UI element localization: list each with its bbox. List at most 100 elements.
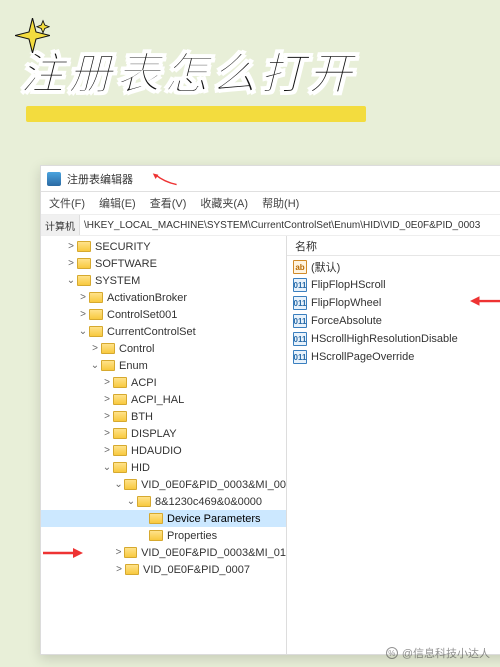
tree-item-label: ActivationBroker [107, 292, 187, 304]
chevron-down-icon[interactable]: ⌄ [77, 326, 89, 337]
folder-icon [89, 309, 103, 320]
tree-item[interactable]: > BTH [41, 408, 286, 425]
binary-value-icon: 011 [293, 278, 307, 292]
tree-item[interactable]: ⌄ VID_0E0F&PID_0003&MI_00 [41, 476, 286, 493]
folder-icon [101, 360, 115, 371]
tree-item-label: DISPLAY [131, 428, 177, 440]
tree-item[interactable]: >Control [41, 340, 286, 357]
chevron-right-icon[interactable]: > [101, 411, 113, 422]
folder-icon [113, 445, 127, 456]
tree-item-label: VID_0E0F&PID_0007 [143, 564, 250, 576]
tree-item[interactable]: >SOFTWARE [41, 255, 286, 272]
chevron-right-icon[interactable]: > [101, 377, 113, 388]
tree-item[interactable]: > VID_0E0F&PID_0007 [41, 561, 286, 578]
tree-item-label: SECURITY [95, 241, 151, 253]
menu-help[interactable]: 帮助(H) [262, 195, 299, 211]
annotation-arrow-icon [470, 295, 500, 307]
tree-item[interactable]: ⌄SYSTEM [41, 272, 286, 289]
folder-icon [137, 496, 151, 507]
tree-item[interactable]: >HDAUDIO [41, 442, 286, 459]
values-pane: 名称 ab (默认) 011 FlipFlopHScroll 011FlipFlopWh… [287, 236, 500, 654]
chevron-right-icon[interactable]: > [77, 292, 89, 303]
overlay-underline [26, 106, 366, 122]
menu-favorites[interactable]: 收藏夹(A) [200, 195, 248, 211]
value-row[interactable]: 011FlipFlopWheel [287, 294, 500, 312]
value-name: FlipFlopHScroll [311, 279, 386, 291]
tree-item-label: VID_0E0F&PID_0003&MI_00 [141, 479, 286, 491]
folder-icon [113, 377, 127, 388]
watermark-icon: % [386, 647, 398, 659]
tree-item[interactable]: Properties [41, 527, 286, 544]
tree-item[interactable]: > ControlSet001 [41, 306, 286, 323]
value-row[interactable]: 011 FlipFlopHScroll [287, 276, 500, 294]
address-path[interactable]: \HKEY_LOCAL_MACHINE\SYSTEM\CurrentContro… [80, 220, 500, 231]
binary-value-icon: 011 [293, 314, 307, 328]
chevron-right-icon[interactable]: > [77, 309, 89, 320]
tree-item[interactable]: > ActivationBroker [41, 289, 286, 306]
tree-item-label: Properties [167, 530, 217, 542]
string-value-icon: ab [293, 260, 307, 274]
chevron-right-icon[interactable]: > [113, 547, 124, 558]
value-name: (默认) [311, 259, 340, 275]
tree-item-label: ControlSet001 [107, 309, 177, 321]
tree-item-label: CurrentControlSet [107, 326, 196, 338]
regedit-icon [47, 172, 61, 186]
menu-edit[interactable]: 编辑(E) [99, 195, 136, 211]
folder-icon [149, 513, 163, 524]
chevron-right-icon[interactable]: > [113, 564, 125, 575]
tree-item[interactable]: ⌄ Enum [41, 357, 286, 374]
menu-file[interactable]: 文件(F) [49, 195, 85, 211]
tree-item-label: ACPI_HAL [131, 394, 184, 406]
value-row[interactable]: 011HScrollPageOverride [287, 348, 500, 366]
chevron-down-icon[interactable]: ⌄ [89, 360, 101, 371]
chevron-down-icon[interactable]: ⌄ [113, 479, 124, 490]
value-row[interactable]: 011HScrollHighResolutionDisable [287, 330, 500, 348]
tree-item[interactable]: > SECURITY [41, 238, 286, 255]
chevron-right-icon[interactable]: > [89, 343, 101, 354]
folder-icon [113, 428, 127, 439]
menu-view[interactable]: 查看(V) [150, 195, 187, 211]
folder-icon [77, 258, 91, 269]
folder-icon [113, 462, 127, 473]
tree-item[interactable]: > ACPI_HAL [41, 391, 286, 408]
split-pane: > SECURITY >SOFTWARE⌄SYSTEM > ActivationBrok… [41, 236, 500, 654]
value-name: HScrollPageOverride [311, 351, 414, 363]
values-list: ab (默认) 011 FlipFlopHScroll 011FlipFlopWheel… [287, 256, 500, 368]
window-title: 注册表编辑器 [67, 171, 133, 187]
chevron-right-icon[interactable]: > [65, 258, 77, 269]
watermark-text: @信息科技小达人 [402, 645, 490, 661]
value-row[interactable]: ab (默认) [287, 258, 500, 276]
annotation-arrow-icon [149, 172, 179, 186]
value-name: HScrollHighResolutionDisable [311, 333, 458, 345]
chevron-right-icon[interactable]: > [101, 445, 113, 456]
column-header-name[interactable]: 名称 [287, 236, 500, 256]
tree-item-label: 8&1230c469&0&0000 [155, 496, 262, 508]
tree-item[interactable]: ⌄ CurrentControlSet [41, 323, 286, 340]
window-titlebar: 注册表编辑器 [41, 166, 500, 192]
chevron-right-icon[interactable]: > [101, 394, 113, 405]
tree-item-label: BTH [131, 411, 153, 423]
folder-icon [113, 394, 127, 405]
chevron-down-icon[interactable]: ⌄ [65, 275, 77, 286]
tree-item-label: HID [131, 462, 150, 474]
folder-icon [89, 292, 103, 303]
folder-icon [77, 275, 91, 286]
tree-item-label: Device Parameters [167, 513, 261, 525]
chevron-down-icon[interactable]: ⌄ [101, 462, 113, 473]
chevron-right-icon[interactable]: > [101, 428, 113, 439]
tree-item[interactable]: >ACPI [41, 374, 286, 391]
tree-item[interactable]: ⌄ HID [41, 459, 286, 476]
folder-icon [101, 343, 115, 354]
address-bar: 计算机 \HKEY_LOCAL_MACHINE\SYSTEM\CurrentCo… [41, 214, 500, 236]
chevron-right-icon[interactable]: > [65, 241, 77, 252]
value-row[interactable]: 011ForceAbsolute [287, 312, 500, 330]
tree-item-label: Enum [119, 360, 148, 372]
tree-item[interactable]: Device Parameters [41, 510, 286, 527]
tree-item[interactable]: ⌄ 8&1230c469&0&0000 [41, 493, 286, 510]
tree-item[interactable]: > DISPLAY [41, 425, 286, 442]
tree-item-label: VID_0E0F&PID_0003&MI_01 [141, 547, 286, 559]
binary-value-icon: 011 [293, 296, 307, 310]
tree-view[interactable]: > SECURITY >SOFTWARE⌄SYSTEM > ActivationBrok… [41, 236, 287, 654]
folder-icon [124, 547, 137, 558]
chevron-down-icon[interactable]: ⌄ [125, 496, 137, 507]
